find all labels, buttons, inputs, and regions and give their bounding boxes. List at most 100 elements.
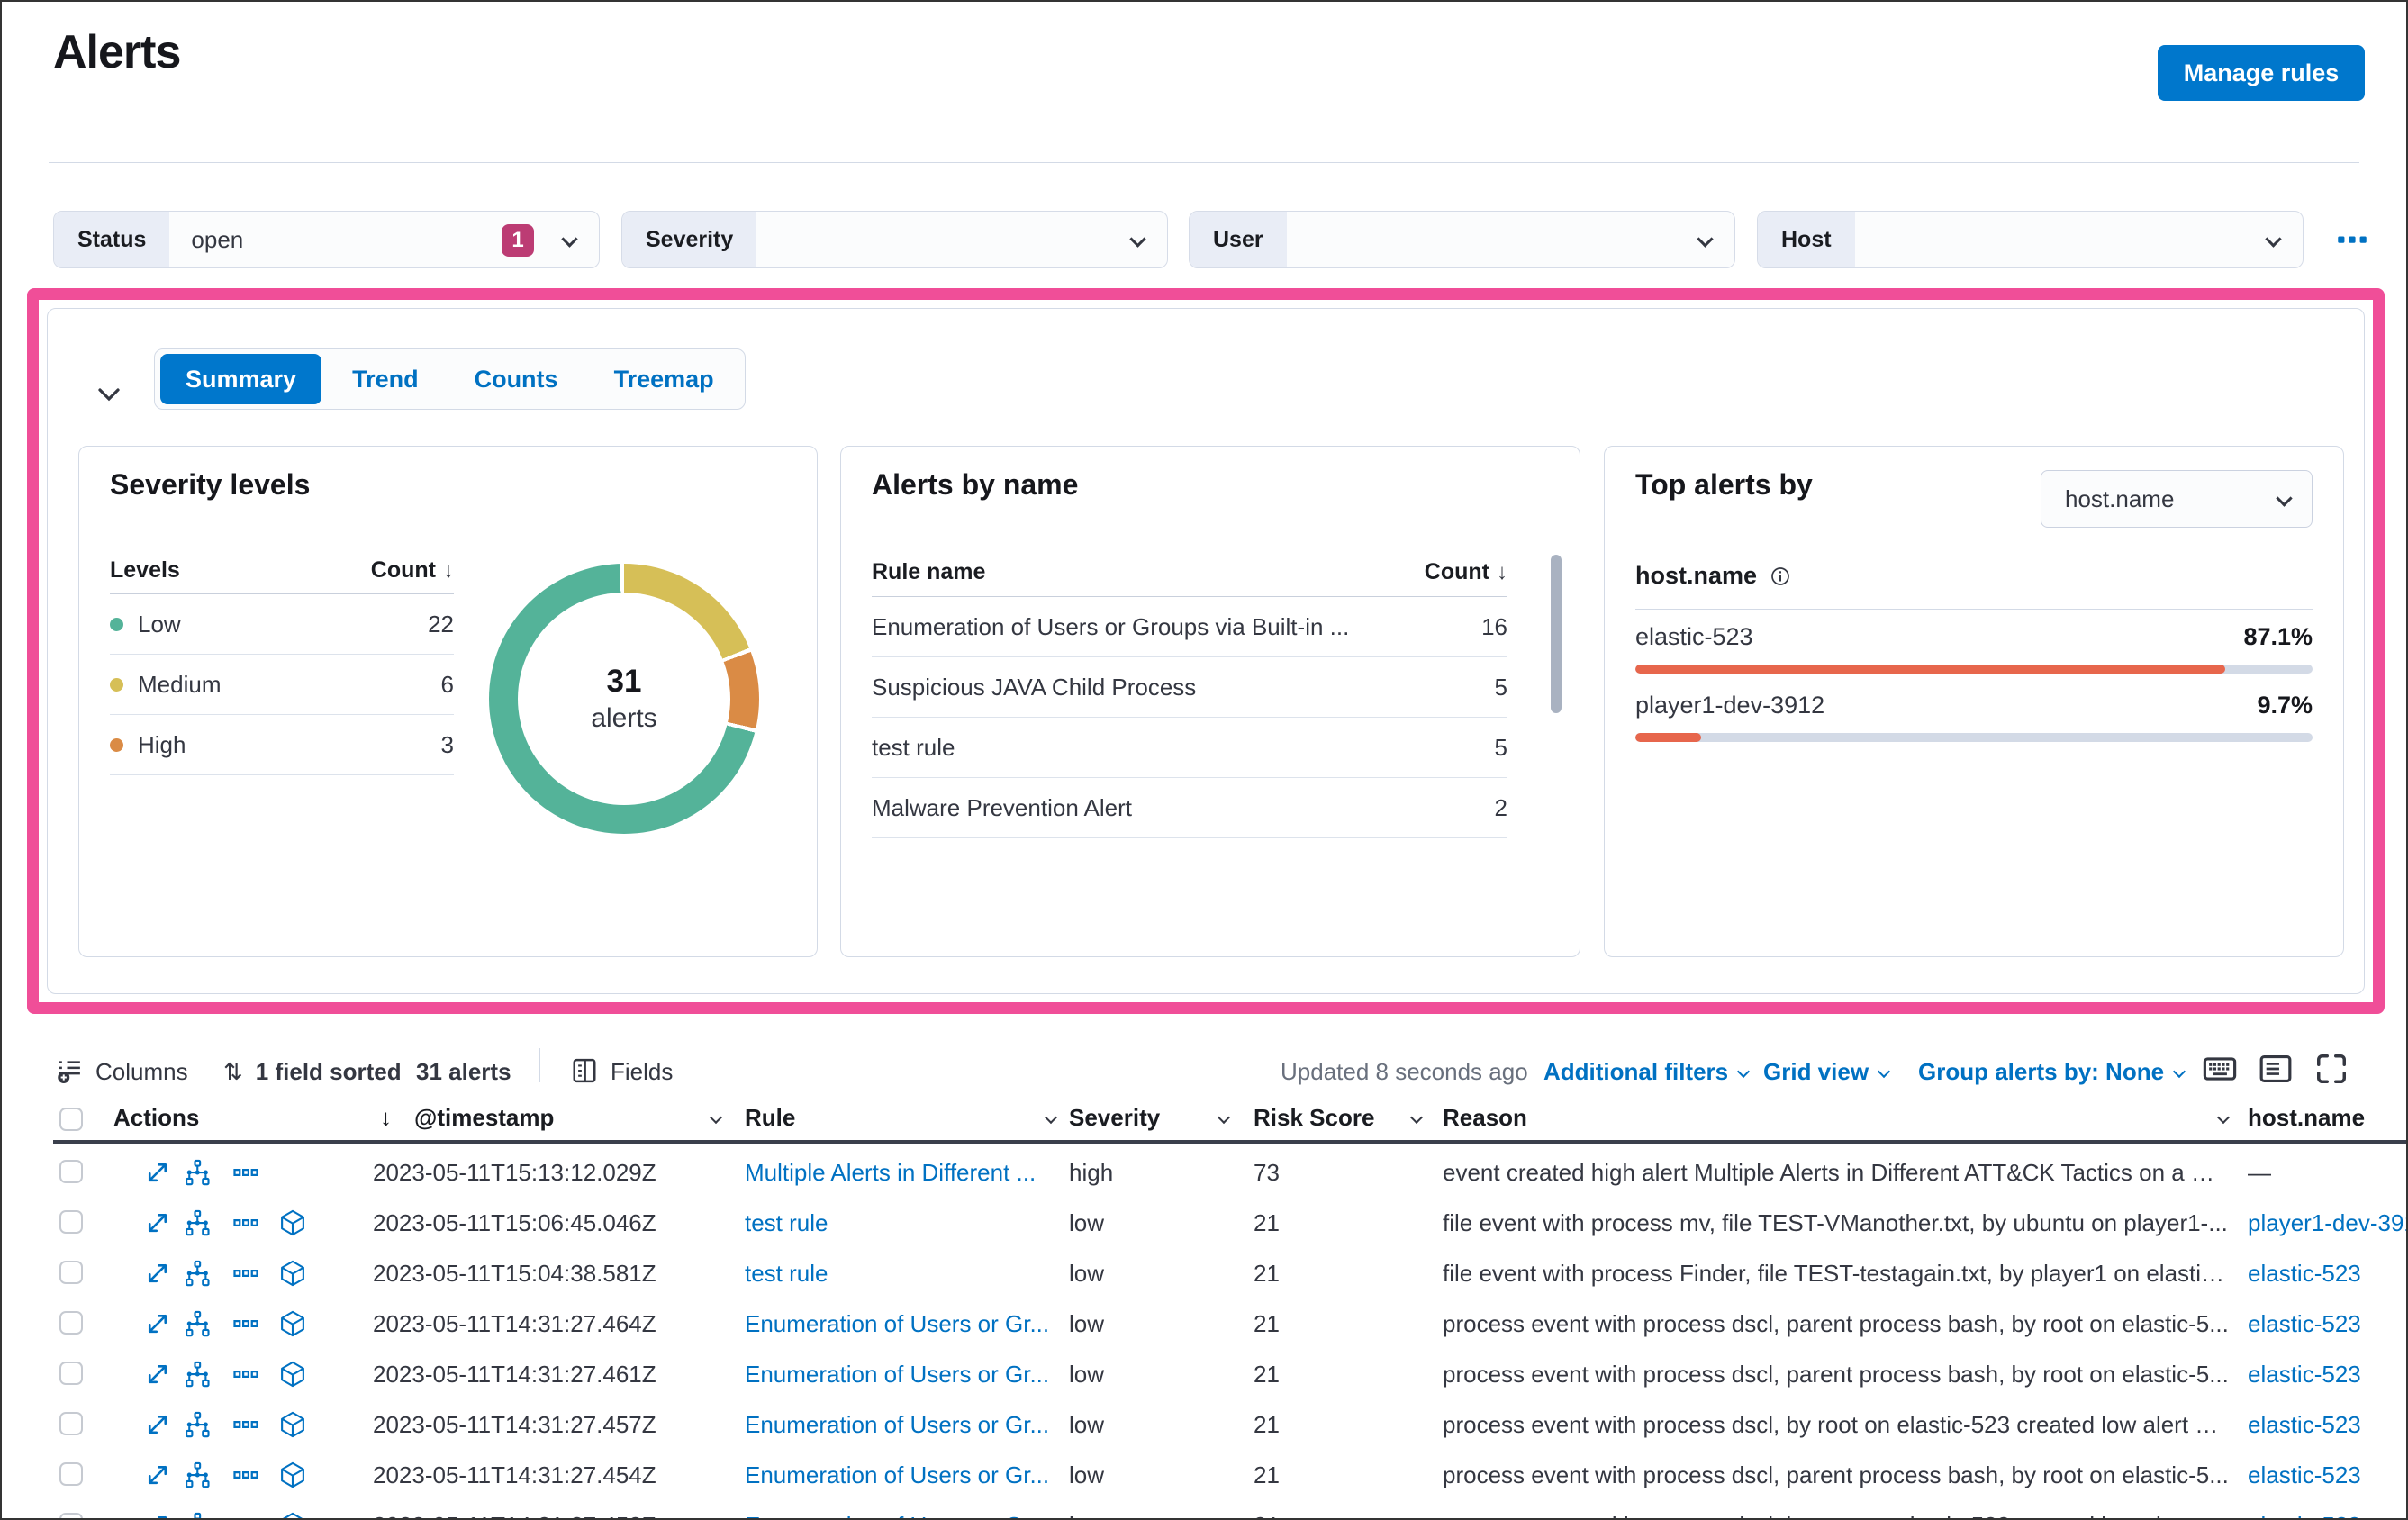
expand-alert-icon[interactable] [144, 1260, 171, 1287]
sort-desc-icon: ↓ [1497, 559, 1507, 584]
row-checkbox[interactable] [59, 1160, 83, 1183]
host-link[interactable]: elastic-523 [2248, 1450, 2406, 1500]
host-link[interactable]: elastic-523 [2248, 1248, 2406, 1298]
session-view-icon[interactable] [184, 1361, 211, 1388]
column-host-name[interactable]: host.name [2248, 1104, 2365, 1132]
status-filter-label: Status [54, 212, 170, 267]
host-link[interactable]: player1-dev-3912 [2248, 1198, 2406, 1248]
grid-view-button[interactable]: Grid view [1763, 1054, 1891, 1090]
session-view-icon[interactable] [184, 1260, 211, 1287]
group-alerts-by-button[interactable]: Group alerts by: None [1918, 1054, 2186, 1090]
count-col-sort[interactable]: Count ↓ [1425, 559, 1507, 585]
info-icon[interactable] [1770, 565, 1791, 587]
fullscreen-icon[interactable] [2314, 1052, 2349, 1086]
expand-alert-icon[interactable] [144, 1159, 171, 1186]
row-checkbox[interactable] [59, 1362, 83, 1385]
row-checkbox[interactable] [59, 1261, 83, 1284]
row-checkbox[interactable] [59, 1513, 83, 1518]
user-filter[interactable]: User [1189, 211, 1735, 268]
session-view-icon[interactable] [184, 1461, 211, 1488]
more-actions-icon[interactable] [232, 1310, 259, 1337]
analyzer-icon[interactable] [279, 1310, 306, 1337]
more-actions-icon[interactable] [232, 1512, 259, 1520]
fields-icon[interactable] [571, 1057, 598, 1084]
rule-link[interactable]: Multiple Alerts in Different ... [745, 1147, 1055, 1198]
more-actions-icon[interactable] [232, 1361, 259, 1388]
session-view-icon[interactable] [184, 1411, 211, 1438]
columns-button[interactable]: Columns [95, 1054, 188, 1090]
top-alerts-field-select[interactable]: host.name [2041, 470, 2313, 528]
top-alerts-title: Top alerts by [1635, 468, 1813, 501]
expand-alert-icon[interactable] [144, 1512, 171, 1520]
rule-link[interactable]: Enumeration of Users or Gr... [745, 1450, 1055, 1500]
expand-alert-icon[interactable] [144, 1209, 171, 1236]
host-filter[interactable]: Host [1757, 211, 2304, 268]
row-checkbox[interactable] [59, 1412, 83, 1435]
tab-treemap[interactable]: Treemap [589, 354, 739, 404]
expand-alert-icon[interactable] [144, 1461, 171, 1488]
analyzer-icon[interactable] [279, 1461, 306, 1488]
column-rule[interactable]: Rule [745, 1104, 795, 1132]
analyzer-icon[interactable] [279, 1411, 306, 1438]
session-view-icon[interactable] [184, 1159, 211, 1186]
column-risk-score[interactable]: Risk Score [1254, 1104, 1374, 1132]
rule-link[interactable]: Enumeration of Users or Gr... [745, 1298, 1055, 1349]
analyzer-icon[interactable] [279, 1512, 306, 1520]
rule-count: 5 [1494, 673, 1507, 701]
scrollbar-thumb[interactable] [1551, 555, 1562, 713]
expand-alert-icon[interactable] [144, 1361, 171, 1388]
severity-level-count: 22 [428, 610, 454, 638]
row-checkbox[interactable] [59, 1462, 83, 1486]
severity-filter[interactable]: Severity [621, 211, 1168, 268]
row-checkbox[interactable] [59, 1311, 83, 1335]
column-reason[interactable]: Reason [1443, 1104, 1527, 1132]
expand-alert-icon[interactable] [144, 1411, 171, 1438]
additional-filters-button[interactable]: Additional filters [1543, 1054, 1751, 1090]
status-filter[interactable]: Status open 1 [53, 211, 600, 268]
host-link[interactable]: elastic-523 [2248, 1500, 2406, 1518]
rule-link[interactable]: Enumeration of Users or Gr... [745, 1500, 1055, 1518]
host-link[interactable]: elastic-523 [2248, 1399, 2406, 1450]
display-density-icon[interactable] [2259, 1052, 2293, 1086]
rule-link[interactable]: Enumeration of Users or Gr... [745, 1349, 1055, 1399]
session-view-icon[interactable] [184, 1209, 211, 1236]
collapse-kpi-chevron-icon[interactable] [91, 381, 127, 408]
tab-counts[interactable]: Counts [449, 354, 584, 404]
tab-summary[interactable]: Summary [160, 354, 322, 404]
column-menu-chevron-icon[interactable] [709, 1110, 723, 1125]
rule-link[interactable]: Enumeration of Users or Gr... [745, 1399, 1055, 1450]
expand-alert-icon[interactable] [144, 1310, 171, 1337]
fields-button[interactable]: Fields [611, 1054, 673, 1090]
columns-icon[interactable] [56, 1057, 83, 1084]
column-menu-chevron-icon[interactable] [1217, 1110, 1231, 1125]
analyzer-icon[interactable] [279, 1361, 306, 1388]
analyzer-icon[interactable] [279, 1260, 306, 1287]
column-timestamp[interactable]: @timestamp [414, 1104, 554, 1132]
analyzer-icon[interactable] [279, 1209, 306, 1236]
select-all-checkbox[interactable] [59, 1108, 83, 1131]
keyboard-shortcuts-icon[interactable] [2203, 1052, 2237, 1086]
more-actions-icon[interactable] [232, 1159, 259, 1186]
column-menu-chevron-icon[interactable] [1044, 1110, 1058, 1125]
session-view-icon[interactable] [184, 1310, 211, 1337]
row-checkbox[interactable] [59, 1210, 83, 1234]
tab-trend[interactable]: Trend [327, 354, 444, 404]
toolbar-separator [539, 1048, 540, 1082]
more-actions-icon[interactable] [232, 1411, 259, 1438]
more-actions-icon[interactable] [232, 1209, 259, 1236]
severity-col-count-sort[interactable]: Count ↓ [371, 557, 454, 584]
rule-link[interactable]: test rule [745, 1198, 1055, 1248]
column-severity[interactable]: Severity [1069, 1104, 1160, 1132]
manage-rules-button[interactable]: Manage rules [2158, 45, 2365, 101]
host-link[interactable]: elastic-523 [2248, 1298, 2406, 1349]
rule-link[interactable]: test rule [745, 1248, 1055, 1298]
host-link[interactable]: elastic-523 [2248, 1349, 2406, 1399]
session-view-icon[interactable] [184, 1512, 211, 1520]
donut-total: 31 [606, 664, 642, 699]
more-actions-icon[interactable] [232, 1260, 259, 1287]
column-menu-chevron-icon[interactable] [1409, 1110, 1424, 1125]
column-menu-chevron-icon[interactable] [2216, 1110, 2231, 1125]
more-actions-icon[interactable] [232, 1461, 259, 1488]
more-filters-icon[interactable] [2336, 223, 2368, 256]
sort-fields-button[interactable]: ⇅ 1 field sorted [223, 1054, 402, 1090]
